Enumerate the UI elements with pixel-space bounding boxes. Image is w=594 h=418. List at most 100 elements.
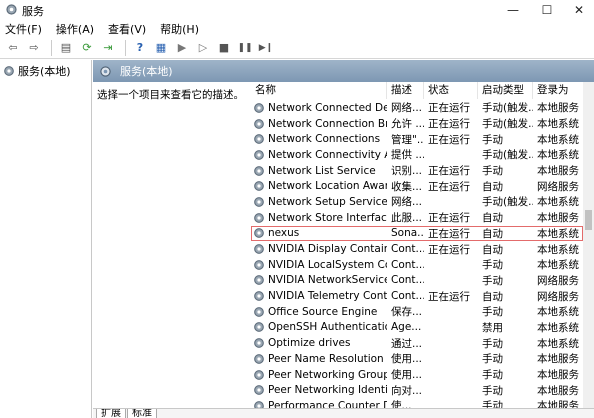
- table-row[interactable]: Network Store Interface Se... 此服... 正在运行自动…: [251, 210, 583, 226]
- service-startup-type: 自动: [482, 243, 503, 256]
- pane-header: 服务(本地): [93, 60, 594, 82]
- back-arrow-icon[interactable]: ⇦: [4, 39, 22, 57]
- table-row[interactable]: Office Source Engine 保存... 手动 本地系统: [251, 304, 583, 320]
- table-row[interactable]: NVIDIA Telemetry Container Cont... 正在运行自动 网…: [251, 288, 583, 304]
- service-description: 网络...: [391, 102, 423, 115]
- column-header-log-on-as[interactable]: 登录为: [533, 82, 583, 99]
- service-gear-icon: [254, 291, 264, 301]
- service-gear-icon: [254, 212, 264, 223]
- service-name-cell: Network List Service: [251, 165, 387, 177]
- table-row[interactable]: OpenSSH Authentication ... Age... 禁用 本地系统: [251, 320, 583, 336]
- table-row[interactable]: nexus Sona... 正在运行 自动 本地系统: [251, 225, 583, 242]
- service-name-cell: Network Location Awarene...: [251, 180, 387, 192]
- menu-file[interactable]: 文件(F): [5, 21, 42, 37]
- table-row[interactable]: Peer Networking Identity ... 向对... 手动 本地服务: [251, 382, 583, 398]
- service-name: NVIDIA NetworkService C...: [268, 274, 387, 287]
- column-header-name[interactable]: 名称: [251, 82, 387, 99]
- tree-item-services-local[interactable]: 服务(本地): [3, 63, 71, 78]
- table-row[interactable]: Performance Counter DLL ... 使... 手动 本地服务: [251, 398, 583, 408]
- table-row[interactable]: Network Connected Devic... 网络... 正在运行手动(触发…: [251, 100, 583, 116]
- service-log-on-as: 本地系统: [537, 118, 579, 131]
- service-name: Network Location Awarene...: [268, 180, 387, 193]
- table-row[interactable]: Network Connectivity Assis... 提供 ... 手动(触发…: [251, 147, 583, 163]
- refresh-icon[interactable]: ⟳: [78, 39, 96, 57]
- service-log-on-as: 网络服务: [537, 274, 579, 287]
- service-log-on-as: 本地系统: [537, 196, 579, 209]
- service-startup-type: 手动(触发...: [482, 196, 533, 209]
- menu-view[interactable]: 查看(V): [108, 21, 146, 37]
- service-log-on-as: 本地系统: [537, 321, 579, 334]
- properties-icon[interactable]: ▦: [152, 39, 170, 57]
- export-icon[interactable]: ⇥: [99, 39, 117, 57]
- service-description: 使...: [391, 400, 412, 408]
- start-icon[interactable]: ▶: [173, 39, 191, 57]
- table-row[interactable]: Network Connections 管理"... 正在运行 手动 本地系统: [251, 131, 583, 147]
- maximize-button[interactable]: ☐: [532, 0, 562, 20]
- service-name: nexus: [268, 227, 300, 240]
- console-tree-icon[interactable]: ▤: [57, 39, 75, 57]
- service-name: NVIDIA Telemetry Container: [268, 290, 387, 303]
- table-row[interactable]: Network List Service 识别... 正在运行 手动 本地服务: [251, 163, 583, 179]
- table-row[interactable]: Optimize drives 通过... 手动 本地系统: [251, 335, 583, 351]
- tab-extended[interactable]: 扩展: [96, 409, 126, 418]
- table-row[interactable]: NVIDIA LocalSystem Conta... Cont... 手动 本地系统: [251, 257, 583, 273]
- service-name-cell: nexus: [251, 227, 387, 239]
- service-gear-icon: [254, 197, 264, 207]
- restart-icon[interactable]: ▶❙: [257, 39, 275, 57]
- service-startup-type: 手动: [482, 165, 503, 178]
- table-row[interactable]: NVIDIA Display Container LS Cont... 正在运行自动…: [251, 241, 583, 257]
- service-description: 管理"...: [391, 133, 424, 146]
- close-button[interactable]: ✕: [564, 0, 594, 20]
- stop-icon[interactable]: ■: [215, 39, 233, 57]
- service-log-on-as: 本地系统: [537, 243, 579, 256]
- service-status: 正在运行: [428, 165, 470, 178]
- service-startup-type: 自动: [482, 212, 503, 225]
- scrollbar-thumb[interactable]: [585, 210, 592, 230]
- service-startup-type: 手动: [482, 400, 503, 408]
- column-header-startup-type[interactable]: 启动类型: [478, 82, 533, 99]
- service-name-cell: Network Connected Devic...: [251, 102, 387, 114]
- service-startup-type: 手动: [482, 337, 503, 350]
- pause-icon[interactable]: ❚❚: [236, 39, 254, 57]
- forward-arrow-icon[interactable]: ⇨: [25, 39, 43, 57]
- table-row[interactable]: Network Location Awarene... 收集... 正在运行自动 网络…: [251, 178, 583, 194]
- service-status: 正在运行: [428, 133, 470, 146]
- view-tabs: 扩展 标准: [93, 408, 594, 418]
- minimize-button[interactable]: —: [498, 0, 528, 20]
- menu-action[interactable]: 操作(A): [56, 21, 94, 37]
- service-name-cell: NVIDIA LocalSystem Conta...: [251, 259, 387, 271]
- service-name-cell: NVIDIA Telemetry Container: [251, 290, 387, 302]
- table-row[interactable]: Peer Name Resolution Pro... 使用... 手动 本地服务: [251, 351, 583, 367]
- service-description: 通过...: [391, 337, 423, 350]
- toolbar-separator: [125, 39, 126, 56]
- column-header-status[interactable]: 状态: [424, 82, 478, 99]
- service-name-cell: Network Connectivity Assis...: [251, 149, 387, 161]
- service-description: Age...: [391, 321, 422, 334]
- column-header-description[interactable]: 描述: [387, 82, 424, 99]
- table-row[interactable]: Peer Networking Grouping 使用... 手动 本地服务: [251, 367, 583, 383]
- menu-help[interactable]: 帮助(H): [160, 21, 199, 37]
- service-name: OpenSSH Authentication ...: [268, 321, 387, 334]
- service-name-cell: Network Setup Service: [251, 196, 387, 208]
- service-description: Cont...: [391, 274, 424, 287]
- service-description: 提供 ...: [391, 149, 424, 162]
- service-description: 使用...: [391, 353, 423, 366]
- service-log-on-as: 本地系统: [537, 337, 579, 350]
- service-gear-icon: [254, 322, 264, 333]
- services-gear-icon: [6, 4, 17, 15]
- service-log-on-as: 本地服务: [537, 165, 579, 178]
- table-row[interactable]: Network Connection Broker 允许 ... 正在运行手动(触发…: [251, 116, 583, 132]
- tab-standard[interactable]: 标准: [127, 409, 157, 418]
- vertical-scrollbar[interactable]: [583, 82, 594, 408]
- table-row[interactable]: Network Setup Service 网络... 手动(触发... 本地系统: [251, 194, 583, 210]
- service-name: Network Connection Broker: [268, 117, 387, 130]
- table-row[interactable]: NVIDIA NetworkService C... Cont... 手动 网络服务: [251, 273, 583, 289]
- service-status: 正在运行: [428, 212, 470, 225]
- services-table: 名称 描述 状态 启动类型 登录为 Network Connected Devi…: [251, 82, 583, 408]
- service-description: 网络...: [391, 196, 423, 209]
- start-paused-icon[interactable]: ▷: [194, 39, 212, 57]
- help-icon[interactable]: ?: [131, 39, 149, 57]
- toolbar: ⇦ ⇨ ▤ ⟳ ⇥ ? ▦ ▶ ▷ ■ ❚❚ ▶❙: [0, 37, 594, 59]
- service-log-on-as: 本地系统: [537, 306, 579, 319]
- service-startup-type: 手动(触发...: [482, 149, 533, 162]
